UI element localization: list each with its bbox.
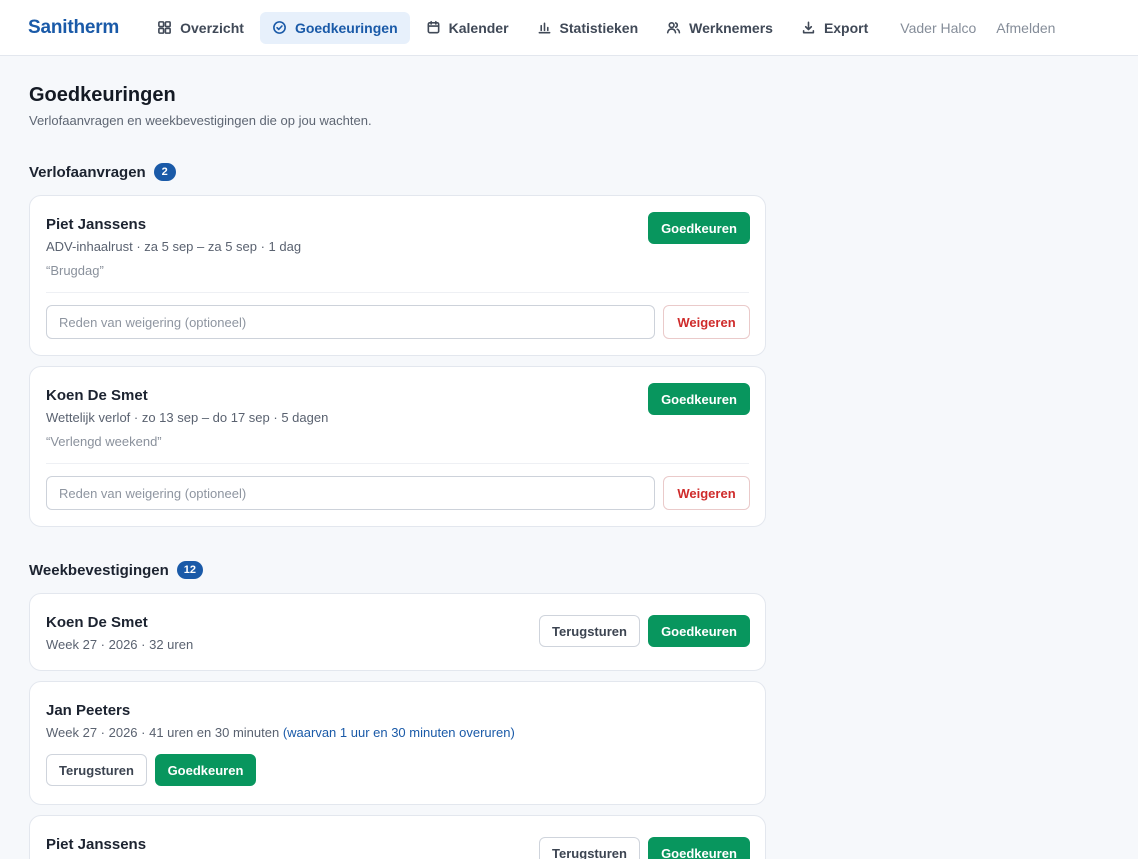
reject-button[interactable]: Weigeren (663, 476, 750, 510)
section-title: Verlofaanvragen (29, 163, 146, 181)
rejection-reason-input[interactable] (46, 476, 655, 510)
return-button[interactable]: Terugsturen (46, 754, 147, 786)
nav-label: Export (823, 19, 869, 36)
employee-name: Koen De Smet (46, 387, 148, 404)
section-title: Weekbevestigingen (29, 561, 169, 579)
week-confirmation-card: Jan Peeters Week 27 · 2026 · 41 uren en … (29, 681, 766, 805)
leave-note: “Verlengd weekend” (46, 434, 162, 449)
calendar-icon (427, 20, 440, 34)
rejection-reason-input[interactable] (46, 305, 655, 339)
week-confirmation-card: Koen De Smet Week 27 · 2026 · 32 uren Te… (29, 593, 766, 671)
week-details: Week 27 · 2026 · 32 uren (46, 637, 193, 652)
users-icon (667, 22, 681, 34)
return-button[interactable]: Terugsturen (539, 837, 640, 859)
nav-export[interactable]: Export (789, 12, 880, 44)
employee-name: Jan Peeters (46, 702, 131, 719)
leave-request-card: Piet Janssens ADV-inhaalrust · za 5 sep … (29, 195, 766, 356)
week-details: Week 27 · 2026 · 41 uren en 30 minuten (… (46, 725, 515, 740)
employee-name: Piet Janssens (46, 836, 147, 853)
leave-details: Wettelijk verlof · zo 13 sep – do 17 sep… (46, 410, 329, 425)
week-summary: Week 27 · 2026 · 32 uren (46, 637, 194, 652)
nav-goedkeuringen[interactable]: Goedkeuringen (259, 11, 410, 44)
nav-statistieken[interactable]: Statistieken (525, 12, 651, 44)
nav-label: Goedkeuringen (294, 19, 398, 36)
nav-label: Kalender (448, 19, 509, 36)
nav-kalender[interactable]: Kalender (414, 12, 521, 44)
approve-button[interactable]: Goedkeuren (155, 754, 256, 786)
return-button[interactable]: Terugsturen (539, 615, 640, 647)
leave-details: ADV-inhaalrust · za 5 sep – za 5 sep · 1… (46, 239, 302, 254)
approve-button[interactable]: Goedkeuren (648, 615, 750, 647)
check-circle-icon (273, 21, 286, 34)
leave-section-header: Verlofaanvragen 2 (29, 163, 176, 181)
current-user: Vader Halco (900, 19, 977, 36)
employee-name: Piet Janssens (46, 216, 147, 233)
main-nav: Overzicht Goedkeuringen Kalender Statist… (145, 0, 1055, 55)
nav-label: Statistieken (559, 19, 639, 36)
nav-label: Overzicht (180, 19, 244, 36)
nav-werknemers[interactable]: Werknemers (654, 12, 785, 44)
page-subtitle: Verlofaanvragen en weekbevestigingen die… (29, 113, 372, 128)
download-icon (802, 21, 815, 34)
overtime-note: (waarvan 1 uur en 30 minuten overuren) (282, 725, 515, 740)
leave-note: “Brugdag” (46, 263, 104, 278)
divider (46, 292, 749, 293)
week-summary: Week 27 · 2026 · 41 uren en 30 minuten (46, 725, 280, 740)
approve-button[interactable]: Goedkeuren (648, 212, 750, 244)
nav-label: Werknemers (689, 19, 773, 36)
logout-link[interactable]: Afmelden (996, 20, 1055, 36)
brand-logo[interactable]: Sanitherm (28, 17, 119, 39)
bar-chart-icon (538, 22, 550, 34)
top-navbar: Sanitherm Overzicht Goedkeuringen Kalend… (0, 0, 1138, 56)
leave-request-card: Koen De Smet Wettelijk verlof · zo 13 se… (29, 366, 766, 527)
nav-overzicht[interactable]: Overzicht (145, 12, 256, 44)
approve-button[interactable]: Goedkeuren (648, 837, 750, 859)
weeks-count-badge: 12 (176, 561, 204, 579)
week-confirmation-card: Piet Janssens Terugsturen Goedkeuren (29, 815, 766, 859)
approve-button[interactable]: Goedkeuren (648, 383, 750, 415)
divider (46, 463, 749, 464)
main-content: Goedkeuringen Verlofaanvragen en weekbev… (29, 84, 766, 859)
leave-count-badge: 2 (153, 163, 176, 181)
employee-name: Koen De Smet (46, 614, 148, 631)
weeks-section-header: Weekbevestigingen 12 (29, 561, 204, 579)
page-title: Goedkeuringen (29, 84, 176, 106)
reject-button[interactable]: Weigeren (663, 305, 750, 339)
grid-icon (158, 21, 172, 34)
